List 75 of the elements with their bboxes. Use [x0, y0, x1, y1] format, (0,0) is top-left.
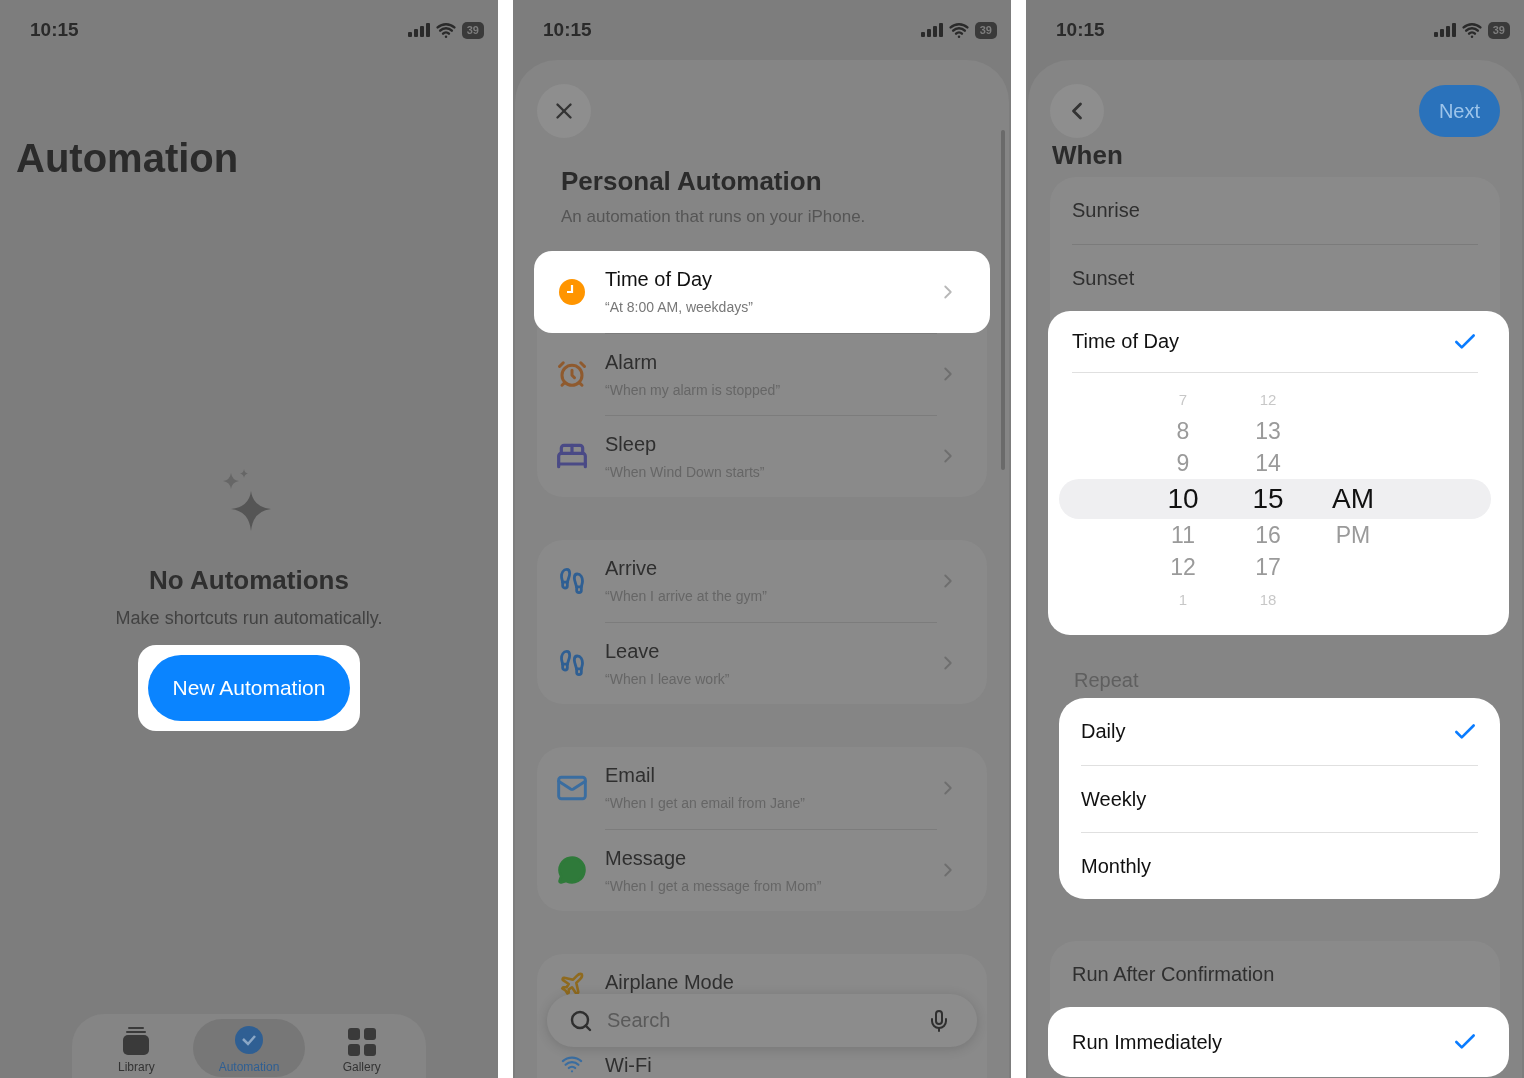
option-label: Sunrise [1072, 199, 1140, 222]
status-time: 10:15 [543, 19, 592, 41]
trigger-example: “At 8:00 AM, weekdays” [605, 299, 754, 315]
new-automation-button[interactable]: New Automation [147, 655, 351, 721]
wifi-icon [435, 20, 456, 40]
picker-value: PM [1335, 520, 1371, 550]
trigger-title: Leave [605, 640, 661, 663]
status-time: 10:15 [30, 19, 79, 41]
picker-value: AM [1332, 482, 1374, 516]
trigger-option[interactable]: Time of Day 7 8 9 10 11 12 1 12 13 14 15 16 17 18 AM PM [1048, 311, 1509, 635]
option-label: Run After Confirmation [1072, 962, 1275, 986]
option-label: Sunset [1072, 266, 1135, 290]
empty-state-subtitle: Make shortcuts run automatically. [115, 608, 383, 629]
picker-wheel[interactable]: 7 8 9 10 11 12 1 [1143, 383, 1223, 615]
trigger-title: Arrive [605, 557, 659, 580]
alarm-clock-icon [557, 359, 587, 389]
trigger-option[interactable]: Sunrise [1050, 177, 1500, 244]
speech-bubble-icon [557, 855, 587, 885]
picker-value: 15 [1252, 482, 1284, 516]
picker-value: 1 [1178, 589, 1188, 610]
option-label: Time of Day [1072, 330, 1180, 353]
wifi-icon [1461, 20, 1482, 40]
picker-value: 7 [1178, 389, 1188, 410]
trigger-title: Email [605, 764, 656, 787]
next-button[interactable]: Next [1418, 85, 1500, 137]
grid-icon [346, 1027, 377, 1057]
repeat-option[interactable]: Daily [1059, 698, 1500, 765]
run-option[interactable]: Run After Confirmation [1050, 941, 1500, 1007]
empty-state-title: No Automations [149, 565, 349, 596]
trigger-row[interactable]: Time of Day “At 8:00 AM, weekdays” [534, 251, 990, 333]
option-label: Weekly [1081, 787, 1147, 811]
option-label: Daily [1081, 720, 1126, 743]
picker-wheel[interactable]: 12 13 14 15 16 17 18 [1228, 383, 1308, 615]
battery-indicator: 39 [461, 21, 484, 39]
page-title: Automation [16, 136, 240, 181]
trigger-title: Sleep [605, 433, 658, 456]
repeat-option[interactable]: Monthly [1059, 832, 1500, 899]
clock-check-icon [233, 1025, 265, 1057]
trigger-title: Message [605, 847, 688, 870]
picker-value: 11 [1171, 520, 1195, 550]
clock-icon [558, 278, 586, 306]
picker-value: 13 [1255, 416, 1281, 446]
picker-value: 8 [1176, 416, 1190, 446]
picker-wheel[interactable]: AM PM [1313, 479, 1393, 615]
status-time: 10:15 [1056, 19, 1105, 41]
battery-indicator: 39 [974, 21, 997, 39]
tab-item[interactable]: Library [80, 1019, 193, 1077]
repeat-option[interactable]: Weekly [1059, 765, 1500, 832]
trigger-title: Time of Day [605, 268, 714, 291]
picker-value: 12 [1259, 389, 1277, 410]
wifi-icon [948, 20, 969, 40]
picker-value: 10 [1167, 482, 1199, 516]
picker-value: 18 [1259, 589, 1277, 610]
picker-value: 16 [1255, 520, 1281, 550]
run-option[interactable]: Run Immediately [1048, 1007, 1509, 1077]
picker-value: 12 [1170, 552, 1196, 582]
battery-indicator: 39 [1487, 21, 1510, 39]
trigger-title: Wi-Fi [605, 1054, 653, 1077]
signal-icon [920, 23, 943, 37]
option-label: Monthly [1081, 854, 1152, 878]
signal-icon [407, 23, 430, 37]
footprints-icon [558, 567, 586, 595]
sheet-title: Personal Automation [561, 166, 823, 197]
airplane-icon [559, 971, 585, 997]
picker-value: 14 [1255, 448, 1281, 478]
tab-item[interactable]: Gallery [305, 1019, 418, 1077]
picker-value: 17 [1255, 552, 1281, 582]
option-label: Run Immediately [1072, 1030, 1223, 1054]
sheet-title: When [1052, 140, 1124, 171]
search-icon [569, 1008, 593, 1033]
trigger-title: Airplane Mode [605, 971, 735, 994]
signal-icon [1433, 23, 1456, 37]
footprints-icon [558, 649, 586, 677]
trigger-title: Alarm [605, 351, 659, 374]
picker-value: 9 [1176, 448, 1190, 478]
